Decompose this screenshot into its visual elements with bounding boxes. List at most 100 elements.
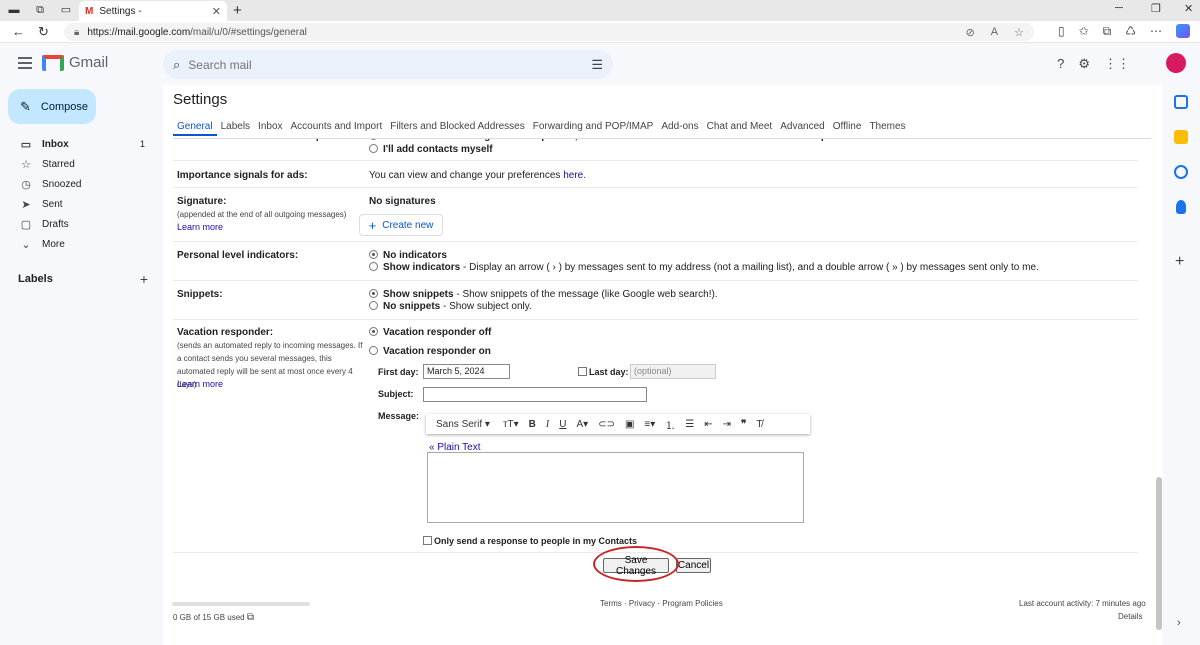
bold-icon[interactable]: B: [524, 419, 541, 430]
subject-input[interactable]: [423, 387, 647, 402]
browser-menu-icon[interactable]: ▬: [6, 3, 22, 17]
bulleted-list-icon[interactable]: ☰: [680, 419, 699, 430]
align-icon[interactable]: ≡▾: [639, 419, 660, 430]
only-contacts-checkbox[interactable]: [423, 536, 432, 545]
favorites-icon[interactable]: ✩: [1079, 24, 1089, 39]
collections-toolbar-icon[interactable]: ⧉: [1103, 24, 1112, 39]
contacts-icon[interactable]: [1176, 200, 1186, 214]
get-addons-icon[interactable]: +: [1175, 253, 1184, 271]
create-new-label: Create new: [382, 219, 434, 231]
footer-links[interactable]: Terms · Privacy · Program Policies: [600, 599, 723, 608]
create-contacts-option-2[interactable]: I'll add contacts myself: [369, 144, 493, 155]
extensions-icon[interactable]: ♺: [1125, 24, 1136, 39]
collections-icon[interactable]: ⧉: [32, 3, 48, 17]
last-day-input[interactable]: (optional): [630, 364, 716, 379]
minimize-icon[interactable]: ─: [1115, 2, 1123, 14]
font-select[interactable]: Sans Serif ▾: [431, 419, 498, 430]
nav-item-snoozed[interactable]: ◷ Snoozed: [0, 174, 160, 194]
quote-icon[interactable]: ❞: [736, 419, 751, 430]
page-title: Settings: [173, 91, 228, 108]
formatting-toolbar: Sans Serif ▾ тT▾ B I U A▾ ⊂⊃ ▣ ≡▾ ⒈ ☰ ⇤ …: [426, 414, 810, 434]
nav-item-more[interactable]: ⌄ More: [0, 234, 160, 254]
details-link[interactable]: Details: [1118, 612, 1142, 621]
nav-item-inbox[interactable]: ▭ Inbox 1: [0, 134, 160, 154]
last-day-label[interactable]: Last day:: [578, 367, 629, 377]
url-field[interactable]: 🔒︎ https://mail.google.com /mail/u/0/#se…: [64, 23, 1034, 41]
close-window-icon[interactable]: ✕: [1184, 2, 1193, 15]
italic-icon[interactable]: I: [541, 419, 554, 430]
tab-advanced-front[interactable]: Advanced: [776, 121, 828, 136]
tab-forwarding-front[interactable]: Forwarding and POP/IMAP: [529, 121, 658, 136]
tab-chat-meet-front[interactable]: Chat and Meet: [703, 121, 777, 136]
indent-more-icon[interactable]: ⇥: [718, 419, 736, 430]
tab-accounts-front[interactable]: Accounts and Import: [287, 121, 387, 136]
tab-themes-front[interactable]: Themes: [865, 121, 909, 136]
favorite-star-icon[interactable]: ☆: [1014, 26, 1024, 39]
calendar-icon[interactable]: [1174, 95, 1188, 109]
main-menu-icon[interactable]: [18, 57, 32, 72]
search-options-icon[interactable]: ☰: [591, 57, 603, 73]
image-icon[interactable]: ▣: [620, 419, 639, 430]
view-icon[interactable]: ⊘: [966, 26, 975, 39]
gmail-logo[interactable]: Gmail: [42, 54, 108, 71]
remove-formatting-icon[interactable]: T̸: [751, 419, 767, 430]
scrollbar-thumb[interactable]: [1156, 477, 1162, 630]
back-icon[interactable]: ←: [12, 24, 25, 39]
compose-button[interactable]: ✎ Compose: [8, 89, 96, 124]
first-day-input[interactable]: March 5, 2024: [423, 364, 510, 379]
vacation-off-option[interactable]: Vacation responder off: [369, 327, 491, 338]
more-menu-icon[interactable]: ⋯: [1150, 24, 1162, 39]
tab-labels-front[interactable]: Labels: [217, 121, 254, 136]
new-tab-icon[interactable]: +: [233, 2, 242, 19]
nav-item-drafts[interactable]: ▢ Drafts: [0, 214, 160, 234]
vacation-learn-more-link[interactable]: Learn more: [177, 378, 223, 391]
message-editor[interactable]: [427, 452, 804, 523]
external-link-icon[interactable]: ⧉: [247, 612, 254, 623]
last-day-checkbox[interactable]: [578, 367, 587, 376]
tasks-icon[interactable]: [1174, 165, 1188, 179]
tab-filters-front[interactable]: Filters and Blocked Addresses: [386, 121, 529, 136]
cancel-button[interactable]: Cancel: [676, 558, 711, 573]
maximize-icon[interactable]: ❐: [1151, 2, 1161, 15]
vacation-on-option[interactable]: Vacation responder on: [369, 346, 491, 357]
help-icon[interactable]: ?: [1057, 56, 1064, 72]
text-color-icon[interactable]: A▾: [571, 419, 593, 430]
split-screen-icon[interactable]: ▯: [1058, 24, 1065, 39]
show-snippets-option[interactable]: Show snippets - Show snippets of the mes…: [369, 289, 718, 300]
setting-label: Snippets:: [177, 289, 223, 300]
show-indicators-option[interactable]: Show indicators - Display an arrow ( › )…: [369, 262, 1039, 273]
indent-less-icon[interactable]: ⇤: [699, 419, 717, 430]
nav-item-sent[interactable]: ➤ Sent: [0, 194, 160, 214]
apps-grid-icon[interactable]: ⋮⋮: [1104, 56, 1130, 72]
font-size-icon[interactable]: тT▾: [498, 419, 524, 430]
signature-learn-more-link[interactable]: Learn more: [177, 221, 223, 234]
no-indicators-option[interactable]: No indicators: [369, 250, 447, 261]
close-tab-icon[interactable]: ✕: [212, 5, 221, 18]
no-snippets-option[interactable]: No snippets - Show subject only.: [369, 301, 532, 312]
account-avatar[interactable]: [1166, 53, 1186, 73]
tab-offline-front[interactable]: Offline: [829, 121, 866, 136]
numbered-list-icon[interactable]: ⒈: [660, 417, 680, 432]
browser-tab-settings[interactable]: M Settings - ✕: [79, 1, 227, 21]
keep-icon[interactable]: [1174, 130, 1188, 144]
only-contacts-option[interactable]: Only send a response to people in my Con…: [423, 536, 637, 546]
search-input[interactable]: [188, 57, 592, 72]
tab-inbox-front[interactable]: Inbox: [254, 121, 286, 136]
read-aloud-icon[interactable]: A: [991, 26, 998, 39]
refresh-icon[interactable]: ↻: [38, 24, 49, 40]
tab-general-front[interactable]: General: [173, 121, 217, 136]
copilot-icon[interactable]: [1176, 24, 1190, 38]
scrollbar[interactable]: [1155, 85, 1163, 630]
create-signature-button[interactable]: + Create new: [359, 214, 443, 236]
add-label-icon[interactable]: +: [140, 271, 148, 287]
search-icon[interactable]: ⌕: [173, 57, 180, 73]
link-icon[interactable]: ⊂⊃: [593, 419, 620, 430]
underline-icon[interactable]: U: [554, 419, 571, 430]
tab-addons-front[interactable]: Add-ons: [657, 121, 702, 136]
settings-gear-icon[interactable]: ⚙: [1078, 56, 1090, 72]
gmail-wordmark: Gmail: [69, 54, 109, 71]
importance-here-link[interactable]: here: [563, 170, 583, 181]
show-side-panel-icon[interactable]: ›: [1177, 617, 1181, 629]
nav-item-starred[interactable]: ☆ Starred: [0, 154, 160, 174]
tab-actions-icon[interactable]: ▭: [58, 3, 74, 17]
